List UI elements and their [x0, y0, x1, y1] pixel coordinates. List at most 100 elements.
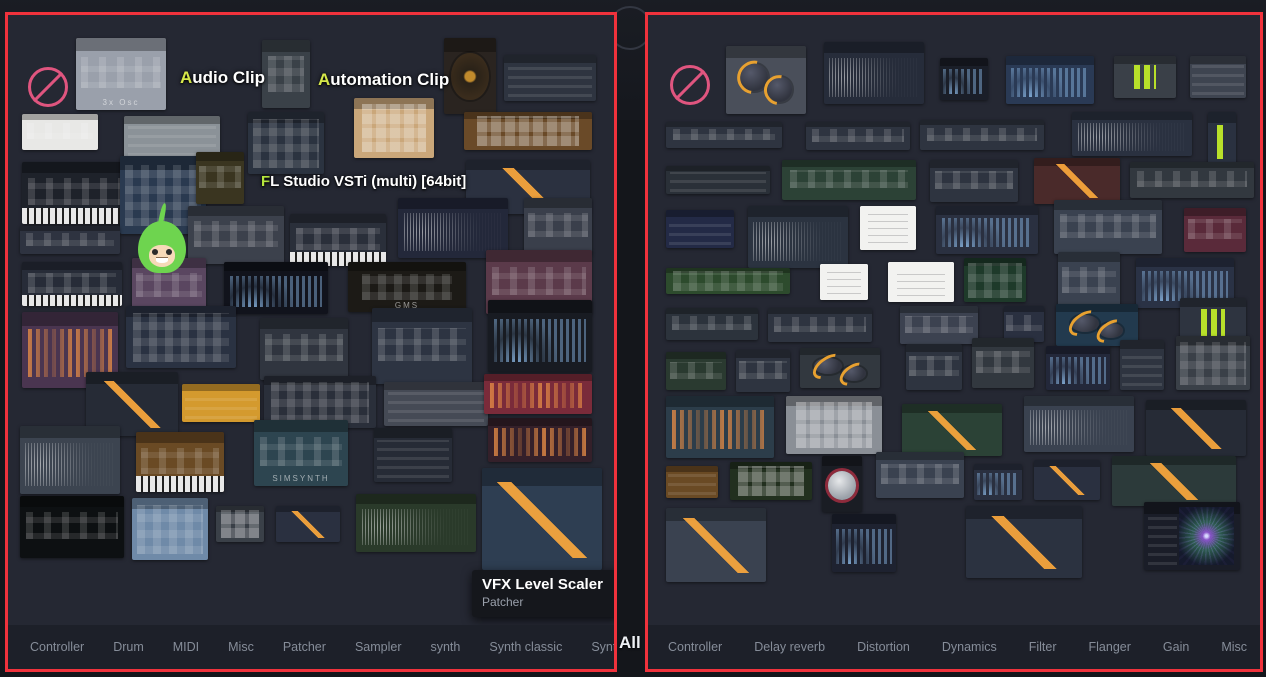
fx-pitcher[interactable]	[1004, 306, 1044, 342]
plugin-morphine[interactable]	[196, 152, 244, 204]
plugin-playlist[interactable]	[248, 112, 324, 174]
plugin-soundgoodizer[interactable]	[356, 494, 476, 552]
fx-eq-curve[interactable]	[1034, 158, 1120, 204]
fx-wave-candy[interactable]	[940, 58, 988, 100]
plugin-synth-small[interactable]	[524, 198, 592, 254]
tab-generators-sampler[interactable]: Sampler	[355, 640, 402, 654]
fx-wave-mon[interactable]	[974, 464, 1022, 500]
fx-spectrum-red[interactable]	[832, 514, 896, 572]
tab-generators-controller[interactable]: Controller	[30, 640, 84, 654]
tab-generators-synth-special[interactable]: Synth special	[591, 640, 614, 654]
fx-panomatic[interactable]	[800, 348, 880, 388]
plugin-simsynth[interactable]: SIMSYNTH	[254, 420, 348, 486]
fx-stereo-shaper[interactable]	[1112, 456, 1236, 506]
fx-doc-white-3[interactable]	[888, 262, 954, 302]
fx-hardcore[interactable]	[972, 338, 1034, 388]
fx-freq-graph[interactable]	[1034, 460, 1100, 500]
plugin-audio-clip[interactable]	[262, 40, 310, 108]
plugin-fl-keys[interactable]	[22, 162, 126, 224]
fx-fruity-parametric[interactable]	[1006, 56, 1094, 104]
fx-sound-goodizer[interactable]	[1072, 112, 1192, 156]
plugin-wavetable[interactable]	[484, 374, 592, 414]
fx-fruity-delay[interactable]	[666, 166, 770, 194]
fx-limiter[interactable]	[1114, 56, 1176, 98]
plugin-flexbeat[interactable]	[182, 384, 260, 422]
fx-reverb2[interactable]	[900, 306, 978, 344]
plugin-beep-map[interactable]	[504, 55, 596, 101]
fx-blue-panel[interactable]	[666, 210, 734, 248]
fx-edison[interactable]	[824, 42, 924, 104]
fx-notebook[interactable]	[920, 120, 1044, 150]
plugin-keys2[interactable]	[290, 214, 386, 266]
plugin-ogun[interactable]	[372, 308, 472, 384]
fx-knob-panel[interactable]	[726, 46, 806, 114]
all-filter-label[interactable]: All	[619, 633, 641, 653]
tab-effects-misc[interactable]: Misc	[1221, 640, 1247, 654]
fx-patcher-graph[interactable]	[1146, 400, 1246, 456]
plugin-nexus[interactable]	[224, 262, 328, 314]
fx-vintage[interactable]	[666, 466, 718, 498]
effects-panel[interactable]: Controller Delay reverb Distortion Dynamics…	[645, 12, 1263, 672]
tab-generators-drum[interactable]: Drum	[113, 640, 144, 654]
fx-granulizer[interactable]	[1024, 396, 1134, 452]
fx-fruity-limiter[interactable]	[666, 508, 766, 582]
plugin-vfx-colour[interactable]	[216, 506, 264, 542]
plugin-bassdrum[interactable]	[22, 114, 98, 150]
fx-mute-unit[interactable]	[1120, 340, 1164, 390]
plugin-gms[interactable]: GMS	[348, 262, 466, 312]
generators-panel[interactable]: 3x Osc GMS SIMSYNTH Audio Clip Automation C…	[5, 12, 617, 672]
plugin-envelope[interactable]	[398, 198, 508, 258]
tab-effects-dynamics[interactable]: Dynamics	[942, 640, 997, 654]
generators-category-tabs[interactable]: Controller Drum MIDI Misc Patcher Sampler synt…	[8, 625, 614, 669]
plugin-drumsynth[interactable]	[188, 206, 284, 264]
fx-love-philter[interactable]	[768, 308, 872, 342]
tab-effects-distortion[interactable]: Distortion	[857, 640, 910, 654]
tab-generators-patcher[interactable]: Patcher	[283, 640, 326, 654]
fx-chorus[interactable]	[1130, 162, 1254, 198]
generators-plugin-area[interactable]: 3x Osc GMS SIMSYNTH Audio Clip Automation C…	[8, 15, 614, 669]
fx-zgameeditor[interactable]	[1144, 502, 1240, 570]
fx-vocoder[interactable]	[1058, 252, 1120, 310]
plugin-vfx-scaler[interactable]	[276, 506, 340, 542]
plugin-effector[interactable]	[20, 226, 120, 254]
fx-multiband[interactable]	[1054, 200, 1162, 254]
plugin-fpc[interactable]	[354, 98, 434, 158]
plugin-poizone[interactable]	[22, 262, 122, 306]
fx-waveshaper-2[interactable]	[966, 506, 1082, 578]
tab-effects-controller[interactable]: Controller	[668, 640, 722, 654]
fx-big-knob[interactable]	[822, 456, 862, 512]
tab-generators-synth[interactable]: synth	[430, 640, 460, 654]
fx-eq-panel[interactable]	[902, 404, 1002, 456]
plugin-toxic[interactable]	[20, 496, 124, 558]
plugin-drumaxx[interactable]	[444, 38, 496, 114]
fx-colour-wheel[interactable]	[730, 462, 812, 500]
tab-generators-midi[interactable]: MIDI	[173, 640, 199, 654]
plugin-slicex[interactable]	[126, 306, 236, 368]
fx-waveshaper[interactable]	[748, 206, 848, 268]
fx-phaser[interactable]	[906, 344, 962, 390]
tab-effects-flanger[interactable]: Flanger	[1089, 640, 1131, 654]
plugin-sawer[interactable]	[136, 432, 224, 492]
plugin-transistor[interactable]	[132, 498, 208, 560]
tab-effects-delay-reverb[interactable]: Delay reverb	[754, 640, 825, 654]
fx-compressor[interactable]	[876, 452, 964, 498]
fx-fruity-bass[interactable]	[736, 350, 790, 392]
fx-graph-eq[interactable]	[936, 206, 1038, 254]
fx-green-grid[interactable]	[964, 258, 1026, 302]
plugin-maximus[interactable]	[488, 418, 592, 462]
tab-generators-synth-classic[interactable]: Synth classic	[489, 640, 562, 654]
fx-time-display[interactable]	[1190, 56, 1246, 98]
fx-doc-white-1[interactable]	[860, 206, 916, 250]
fx-doc-white-2[interactable]	[820, 264, 868, 300]
effects-category-tabs[interactable]: Controller Delay reverb Distortion Dynamics…	[648, 625, 1260, 669]
fx-stereo-enhance[interactable]	[806, 122, 910, 150]
tab-effects-filter[interactable]: Filter	[1029, 640, 1057, 654]
fx-convolver[interactable]	[930, 160, 1018, 202]
plugin-dx10[interactable]	[20, 426, 120, 494]
plugin-midi-out[interactable]	[384, 382, 488, 426]
effects-plugin-area[interactable]: Controller Delay reverb Distortion Dynamics…	[648, 15, 1260, 669]
fx-step-grid[interactable]	[666, 268, 790, 294]
fx-tiles[interactable]	[1176, 336, 1250, 390]
plugin-boobass[interactable]	[260, 318, 348, 380]
plugin-ott[interactable]	[374, 428, 452, 482]
